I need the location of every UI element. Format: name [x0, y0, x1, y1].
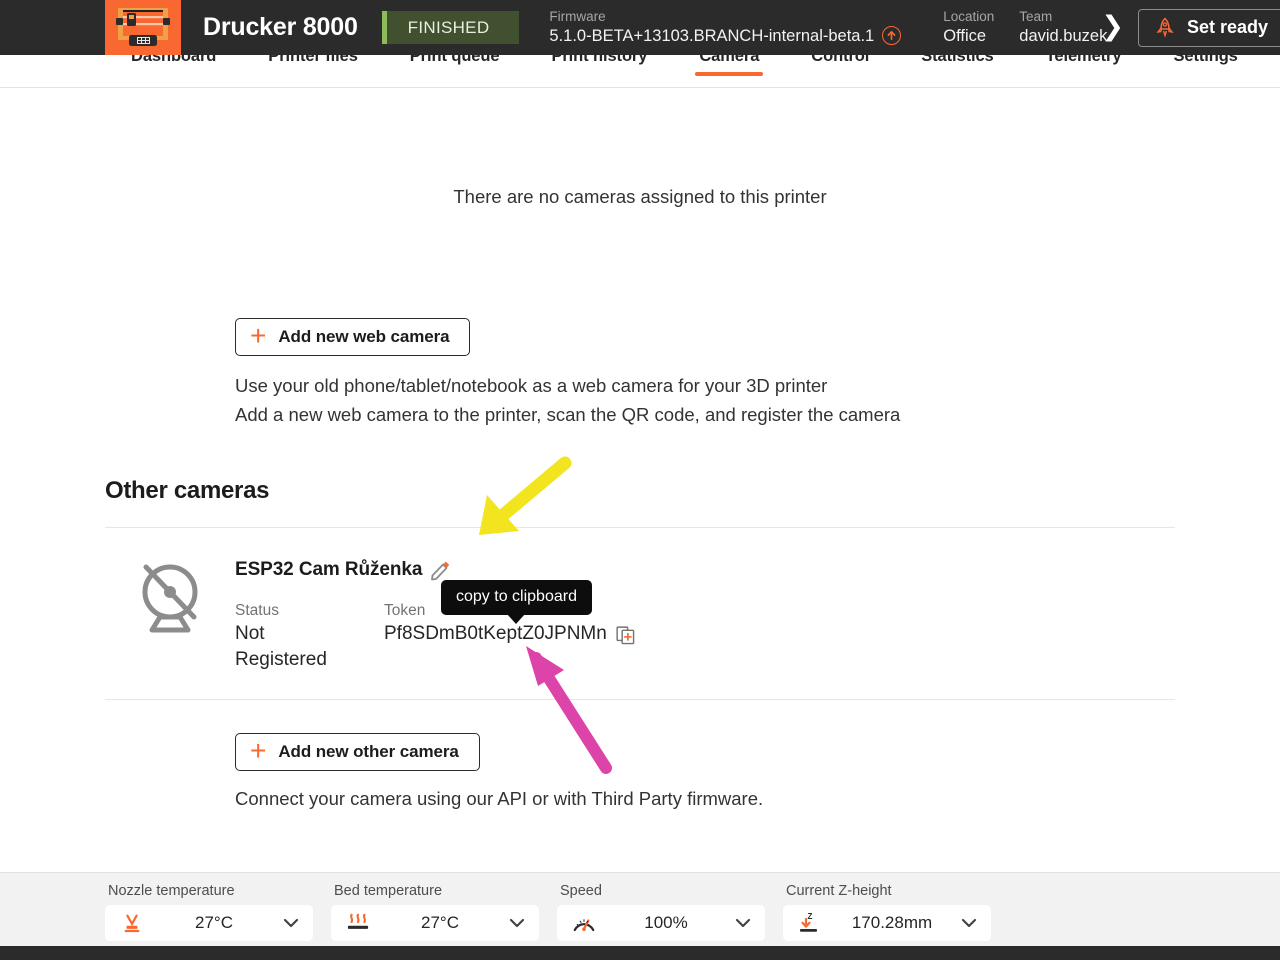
telemetry-value: 27°C: [421, 913, 459, 932]
pencil-icon: [431, 561, 450, 581]
nozzle-icon: [119, 912, 145, 934]
add-other-camera-label: Add new other camera: [278, 742, 459, 761]
set-ready-label: Set ready: [1186, 17, 1269, 37]
3d-printer-icon: [116, 7, 170, 46]
location-block: Location Office: [943, 9, 994, 47]
telemetry-item-nozzle: Nozzle temperature 27°C: [105, 881, 313, 941]
plus-icon: +: [250, 735, 267, 766]
z-height-icon: Z: [797, 911, 823, 935]
arrow-up-circle-icon[interactable]: [882, 26, 902, 45]
status-badge: FINISHED: [381, 11, 520, 44]
camera-name: ESP32 Cam Růženka: [235, 559, 423, 580]
printer-logo: [105, 0, 181, 55]
add-other-camera-button[interactable]: + Add new other camera: [235, 733, 480, 771]
copy-tooltip: copy to clipboard: [441, 580, 592, 615]
camera-page-content: There are no cameras assigned to this pr…: [0, 88, 1280, 876]
telemetry-label: Nozzle temperature: [108, 883, 235, 899]
telemetry-value: 27°C: [195, 913, 233, 932]
telemetry-control[interactable]: 100%: [557, 905, 765, 941]
chevron-down-icon[interactable]: [961, 918, 977, 928]
chevron-down-icon[interactable]: [735, 918, 751, 928]
web-camera-help: Use your old phone/tablet/notebook as a …: [235, 371, 1175, 429]
camera-list-item: ESP32 Cam Růženka Status Not Registered: [105, 528, 1175, 699]
printer-header: Drucker 8000 FINISHED Firmware 5.1.0-BET…: [0, 0, 1280, 55]
status-badge-label: FINISHED: [407, 17, 490, 37]
help-line-1: Use your old phone/tablet/notebook as a …: [235, 375, 828, 396]
status-label: Status: [235, 602, 279, 619]
help-line-3: Connect your camera using our API or wit…: [235, 788, 764, 809]
rocket-icon: [1156, 16, 1174, 38]
firmware-block: Firmware 5.1.0-BETA+13103.BRANCH-interna…: [549, 8, 902, 47]
set-ready-button[interactable]: Set ready: [1137, 8, 1280, 47]
telemetry-bar: Nozzle temperature 27°C Bed temperature 27°…: [0, 872, 1280, 946]
team-label: Team: [1019, 8, 1053, 24]
help-line-2: Add a new web camera to the printer, sca…: [235, 404, 901, 425]
telemetry-value: 100%: [644, 913, 688, 932]
telemetry-label: Speed: [560, 883, 602, 899]
camera-status-block: Status Not Registered: [235, 601, 384, 673]
firmware-label: Firmware: [549, 8, 606, 24]
status-value: Not Registered: [235, 623, 327, 670]
bottom-strip: [0, 946, 1280, 960]
location-value: Office: [943, 26, 987, 45]
chevron-down-icon[interactable]: [509, 918, 525, 928]
divider-bottom: [105, 699, 1175, 700]
location-label: Location: [943, 8, 995, 24]
other-cameras-title: Other cameras: [105, 477, 270, 504]
chevron-down-icon[interactable]: [283, 918, 299, 928]
printer-name: Drucker 8000: [203, 13, 358, 41]
telemetry-item-heatbed: Bed temperature 27°C: [331, 881, 539, 941]
telemetry-control[interactable]: Z 170.28mm: [783, 905, 991, 941]
heatbed-icon: [345, 912, 371, 934]
plus-icon: +: [250, 320, 267, 351]
speedometer-icon: [571, 911, 597, 935]
copy-icon: [616, 625, 635, 644]
chevron-right-icon[interactable]: ❯: [1101, 13, 1124, 40]
token-value: Pf8SDmB0tKeptZ0JPNMn: [384, 623, 607, 644]
telemetry-control[interactable]: 27°C: [331, 905, 539, 941]
add-web-camera-button[interactable]: + Add new web camera: [235, 318, 471, 356]
firmware-version: 5.1.0-BETA+13103.BRANCH-internal-beta.1: [549, 26, 875, 45]
telemetry-item-z-height: Current Z-height Z 170.28mm: [783, 881, 991, 941]
telemetry-control[interactable]: 27°C: [105, 905, 313, 941]
camera-off-icon: [105, 554, 235, 636]
add-web-camera-label: Add new web camera: [278, 327, 450, 346]
empty-state-message: There are no cameras assigned to this pr…: [453, 186, 827, 207]
team-block: Team david.buzek: [1019, 9, 1107, 47]
copy-token-button[interactable]: [616, 625, 635, 645]
telemetry-item-speedometer: Speed 100%: [557, 881, 765, 941]
telemetry-label: Bed temperature: [334, 883, 443, 899]
svg-text:Z: Z: [808, 912, 813, 921]
telemetry-label: Current Z-height: [786, 883, 892, 899]
team-value: david.buzek: [1019, 26, 1108, 45]
telemetry-value: 170.28mm: [851, 913, 933, 932]
